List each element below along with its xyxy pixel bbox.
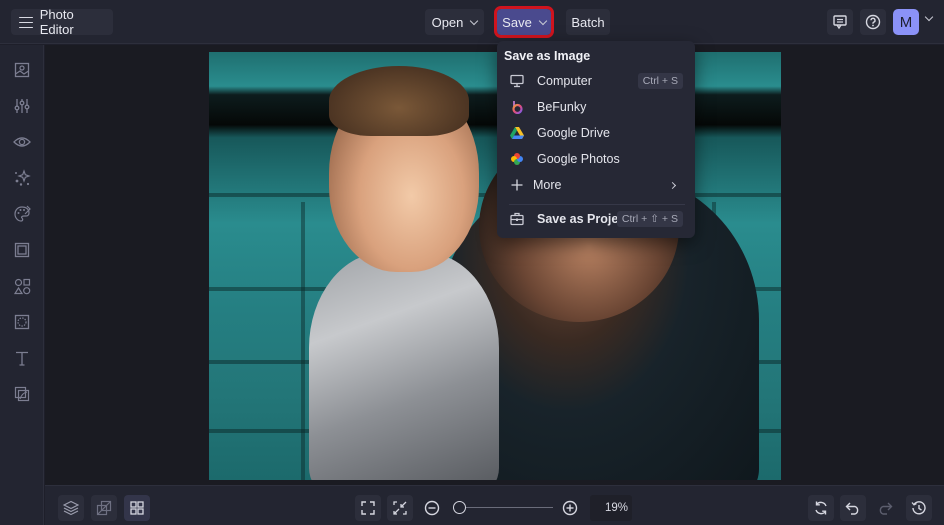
save-to-computer-label: Computer — [537, 74, 592, 88]
textures-icon — [14, 386, 30, 402]
sidebar-item-overlays[interactable] — [10, 310, 34, 334]
compare-button[interactable] — [91, 495, 117, 521]
refresh-icon — [813, 500, 829, 516]
photo-subject-child-body — [309, 252, 499, 480]
zoom-level-input[interactable]: 19% — [590, 495, 632, 521]
save-as-project[interactable]: Save as Project Ctrl + ⇧ + S — [503, 207, 689, 231]
befunky-icon — [509, 99, 525, 115]
sidebar-item-adjust[interactable] — [10, 94, 34, 118]
sidebar-item-effects[interactable] — [10, 166, 34, 190]
save-more-label: More — [533, 178, 562, 192]
save-to-google-drive[interactable]: Google Drive — [503, 121, 689, 145]
batch-button[interactable]: Batch — [566, 9, 610, 35]
zoom-slider-track[interactable] — [457, 507, 553, 508]
history-icon — [911, 500, 927, 516]
open-button[interactable]: Open — [425, 9, 484, 35]
shortcut-badge: Ctrl + S — [637, 73, 683, 89]
save-to-befunky-label: BeFunky — [537, 100, 587, 114]
save-to-befunky[interactable]: BeFunky — [503, 95, 689, 119]
briefcase-icon — [509, 211, 525, 227]
save-more-options[interactable]: More — [503, 173, 689, 197]
photo-editor-app: Photo Editor Open Save Batch M Save as I… — [0, 0, 944, 525]
grid-icon — [130, 501, 144, 515]
replace-image-button[interactable] — [808, 495, 834, 521]
batch-label: Batch — [571, 14, 605, 30]
overlay-icon — [14, 314, 30, 330]
grid-view-button[interactable] — [124, 495, 150, 521]
menu-divider — [509, 204, 685, 205]
shapes-icon — [13, 278, 31, 295]
avatar[interactable]: M — [893, 9, 919, 35]
save-to-google-photos-label: Google Photos — [537, 152, 620, 166]
bottom-toolbar: 19% — [45, 485, 944, 525]
google-photos-icon — [509, 151, 525, 167]
eye-icon — [13, 134, 31, 150]
frame-icon — [14, 242, 30, 258]
help-circle-icon — [865, 14, 881, 30]
photo-subject-child-hair — [329, 66, 469, 136]
help-button[interactable] — [860, 9, 886, 35]
chevron-down-icon — [470, 16, 479, 25]
top-bar: Photo Editor Open Save Batch M — [0, 0, 944, 44]
layers-icon — [63, 500, 79, 516]
save-to-computer[interactable]: Computer Ctrl + S — [503, 69, 689, 93]
layers-button[interactable] — [58, 495, 84, 521]
sidebar-item-graphics[interactable] — [10, 274, 34, 298]
history-button[interactable] — [906, 495, 932, 521]
chevron-down-icon — [538, 16, 548, 25]
main-menu-button[interactable]: Photo Editor — [11, 7, 113, 37]
fit-screen-icon — [393, 501, 407, 515]
sidebar-item-edit[interactable] — [10, 58, 34, 82]
plus-icon — [509, 177, 525, 193]
avatar-initial: M — [899, 13, 913, 31]
save-to-google-drive-label: Google Drive — [537, 126, 610, 140]
monitor-icon — [509, 73, 525, 89]
image-icon — [14, 62, 30, 78]
save-button[interactable]: Save — [494, 6, 554, 38]
fit-to-screen-button[interactable] — [387, 495, 413, 521]
sidebar-item-artsy[interactable] — [10, 202, 34, 226]
text-icon — [14, 350, 30, 366]
zoom-slider-thumb[interactable] — [452, 501, 466, 514]
feedback-button[interactable] — [827, 9, 853, 35]
fullscreen-button[interactable] — [355, 495, 381, 521]
save-to-google-photos[interactable]: Google Photos — [503, 147, 689, 171]
chevron-down-icon[interactable] — [924, 12, 934, 22]
undo-icon — [845, 501, 861, 515]
sliders-icon — [14, 98, 30, 114]
zoom-out-button[interactable] — [419, 495, 445, 521]
zoom-in-icon — [562, 500, 578, 516]
palette-icon — [13, 205, 31, 223]
photo-detail — [300, 201, 305, 480]
redo-icon — [877, 501, 893, 515]
zoom-in-button[interactable] — [557, 495, 583, 521]
sidebar-item-text[interactable] — [10, 346, 34, 370]
compare-icon — [96, 500, 112, 516]
shortcut-badge: Ctrl + ⇧ + S — [616, 211, 683, 227]
photo-canvas[interactable] — [209, 52, 781, 480]
save-as-project-label: Save as Project — [537, 212, 630, 226]
app-title: Photo Editor — [39, 7, 74, 37]
comment-icon — [832, 14, 848, 30]
sparkle-icon — [13, 169, 31, 187]
fullscreen-icon — [361, 501, 375, 515]
sidebar-item-frames[interactable] — [10, 238, 34, 262]
open-label: Open — [431, 14, 464, 30]
save-dropdown-menu: Save as Image Computer Ctrl + S BeFunky … — [497, 41, 695, 238]
chevron-right-icon — [668, 181, 677, 189]
hamburger-icon — [19, 16, 33, 29]
sidebar-item-touch-up[interactable] — [10, 130, 34, 154]
zoom-out-icon — [424, 500, 440, 516]
tool-sidebar — [0, 45, 44, 525]
undo-button[interactable] — [840, 495, 866, 521]
redo-button[interactable] — [872, 495, 898, 521]
google-drive-icon — [509, 125, 525, 141]
sidebar-item-textures[interactable] — [10, 382, 34, 406]
save-label: Save — [502, 14, 532, 30]
save-as-image-heading: Save as Image — [504, 49, 591, 63]
